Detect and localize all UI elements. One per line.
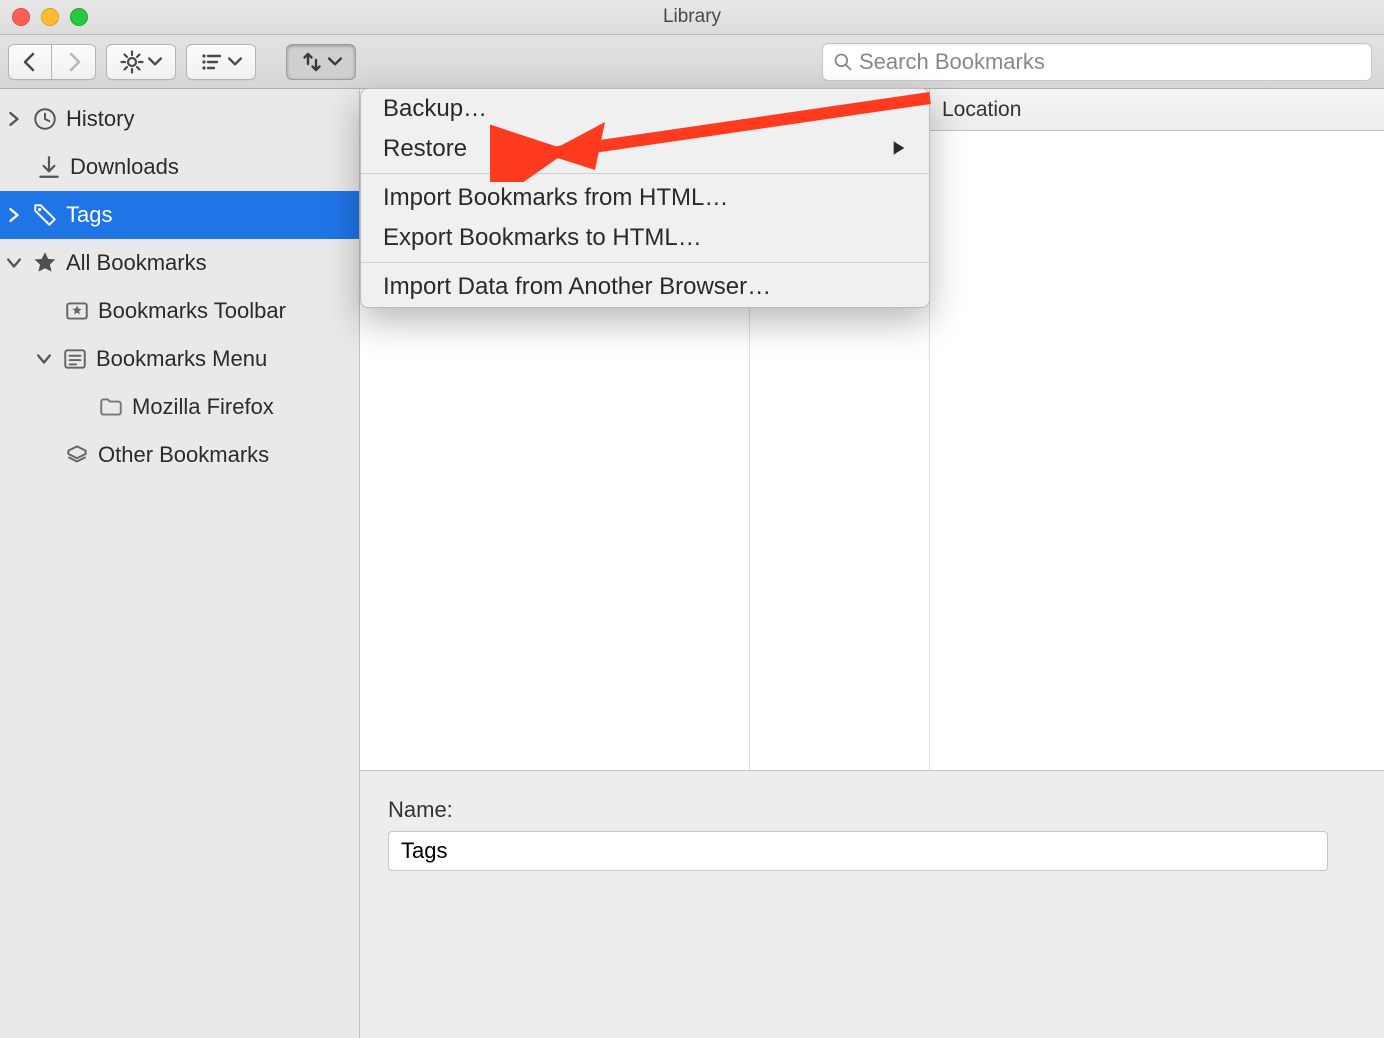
sidebar-item-tags[interactable]: Tags — [0, 191, 359, 239]
search-icon — [833, 52, 853, 72]
bookmarks-menu-icon — [60, 344, 90, 374]
history-icon — [30, 104, 60, 134]
views-menu-button[interactable] — [186, 44, 256, 80]
search-input[interactable] — [859, 49, 1361, 75]
list-view-icon — [200, 50, 224, 74]
disclosure-closed-icon[interactable] — [4, 208, 24, 222]
detail-name-value: Tags — [401, 838, 447, 864]
menu-separator — [361, 173, 929, 174]
sidebar-item-label: Mozilla Firefox — [132, 394, 359, 420]
window-title: Library — [0, 6, 1384, 28]
menu-item-import-browser[interactable]: Import Data from Another Browser… — [361, 267, 929, 307]
chevron-down-icon — [328, 55, 342, 69]
sidebar-item-bookmarks-menu[interactable]: Bookmarks Menu — [0, 335, 359, 383]
menu-item-export-html[interactable]: Export Bookmarks to HTML… — [361, 218, 929, 258]
detail-name-label: Name: — [388, 797, 1356, 823]
toolbar — [0, 35, 1384, 89]
chevron-down-icon — [228, 55, 242, 69]
detail-name-field[interactable]: Tags — [388, 831, 1328, 871]
sidebar-item-other-bookmarks[interactable]: Other Bookmarks — [0, 431, 359, 479]
menu-item-label: Backup… — [383, 95, 487, 123]
sidebar-item-label: Bookmarks Menu — [96, 346, 359, 372]
zoom-window-button[interactable] — [70, 8, 88, 26]
disclosure-open-icon[interactable] — [34, 352, 54, 366]
sidebar-item-history[interactable]: History — [0, 95, 359, 143]
sidebar-item-label: Tags — [66, 202, 359, 228]
import-export-menu-button[interactable] — [286, 44, 356, 80]
sidebar-item-label: History — [66, 106, 359, 132]
window-titlebar: Library — [0, 0, 1384, 35]
folder-icon — [96, 392, 126, 422]
sidebar-item-label: Bookmarks Toolbar — [98, 298, 359, 324]
sidebar-item-bookmarks-toolbar[interactable]: Bookmarks Toolbar — [0, 287, 359, 335]
sidebar-item-label: All Bookmarks — [66, 250, 359, 276]
disclosure-open-icon[interactable] — [4, 256, 24, 270]
menu-item-label: Restore — [383, 135, 467, 163]
forward-button[interactable] — [52, 44, 96, 80]
sidebar-item-label: Other Bookmarks — [98, 442, 359, 468]
detail-panel: Name: Tags — [360, 771, 1384, 1038]
sidebar-item-mozilla-firefox[interactable]: Mozilla Firefox — [0, 383, 359, 431]
gear-icon — [120, 50, 144, 74]
close-window-button[interactable] — [12, 8, 30, 26]
nav-segmented — [8, 44, 96, 80]
back-button[interactable] — [8, 44, 52, 80]
menu-item-label: Export Bookmarks to HTML… — [383, 224, 702, 252]
sidebar: History Downloads Tags All Bookmar — [0, 89, 360, 1038]
import-export-icon — [300, 50, 324, 74]
sidebar-item-all-bookmarks[interactable]: All Bookmarks — [0, 239, 359, 287]
other-bookmarks-icon — [62, 440, 92, 470]
menu-item-import-html[interactable]: Import Bookmarks from HTML… — [361, 178, 929, 218]
minimize-window-button[interactable] — [41, 8, 59, 26]
bookmarks-toolbar-icon — [62, 296, 92, 326]
menu-item-restore[interactable]: Restore — [361, 129, 929, 169]
menu-item-backup[interactable]: Backup… — [361, 89, 929, 129]
download-icon — [34, 152, 64, 182]
menu-item-label: Import Bookmarks from HTML… — [383, 184, 728, 212]
import-export-menu: Backup… Restore Import Bookmarks from HT… — [360, 88, 930, 308]
chevron-right-icon — [62, 50, 86, 74]
sidebar-item-label: Downloads — [70, 154, 359, 180]
sidebar-item-downloads[interactable]: Downloads — [0, 143, 359, 191]
chevron-left-icon — [18, 50, 42, 74]
chevron-down-icon — [148, 55, 162, 69]
search-field[interactable] — [822, 43, 1372, 81]
star-icon — [30, 248, 60, 278]
menu-item-label: Import Data from Another Browser… — [383, 273, 771, 301]
menu-separator — [361, 262, 929, 263]
tag-icon — [30, 200, 60, 230]
window-controls — [12, 8, 88, 26]
organize-menu-button[interactable] — [106, 44, 176, 80]
submenu-indicator-icon — [891, 135, 907, 163]
disclosure-closed-icon[interactable] — [4, 112, 24, 126]
column-header-location[interactable]: Location — [930, 89, 1384, 130]
